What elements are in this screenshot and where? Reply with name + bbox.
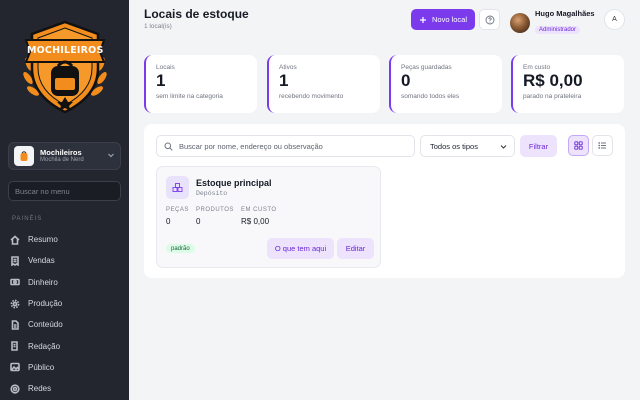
grid-view-toggle[interactable] (568, 135, 589, 156)
gear-icon (10, 299, 20, 308)
sidebar-section-label: PAINÉIS (12, 216, 43, 222)
metric-produtos: PRODUTOS 0 (196, 207, 234, 226)
stat-card-pecas: Peças guardadas 0 somando todos eles (389, 55, 502, 113)
new-location-label: Novo local (431, 15, 468, 24)
document-icon (11, 320, 19, 330)
stat-value: R$ 0,00 (523, 71, 583, 90)
stat-value: 0 (401, 71, 411, 90)
metric-label: EM CUSTO (241, 207, 277, 213)
store-name: Mochileiros (40, 147, 82, 157)
boxes-icon (166, 176, 189, 199)
location-card[interactable]: Estoque principal Depósito PEÇAS 0 PRODU… (156, 166, 381, 268)
stat-note: sem limite na categoria (156, 92, 223, 100)
stat-note: somando todos eles (401, 92, 460, 100)
new-location-button[interactable]: Novo local (411, 9, 475, 30)
stat-value: 1 (279, 71, 289, 90)
sidebar: MOCHILEIROS Mochileiros Mochila de Nerd … (0, 0, 129, 400)
list-icon (598, 142, 606, 149)
sidebar-item-label: Público (28, 362, 55, 372)
stat-label: Peças guardadas (401, 64, 452, 71)
logo-text: MOCHILEIROS (27, 45, 104, 56)
sidebar-item-redes[interactable]: Redes (10, 378, 122, 399)
sidebar-item-label: Redação (28, 341, 61, 351)
account-initial-button[interactable]: A (604, 9, 625, 30)
metric-pecas: PEÇAS 0 (166, 207, 189, 226)
store-subtitle: Mochila de Nerd (40, 156, 84, 163)
stat-label: Em custo (523, 64, 551, 71)
sidebar-item-label: Conteúdo (28, 320, 63, 330)
sidebar-item-producao[interactable]: Produção (10, 293, 122, 314)
grid-icon (574, 141, 583, 150)
sidebar-item-label: Dinheiro (28, 277, 58, 287)
filter-button[interactable]: Filtrar (520, 135, 557, 157)
menu-search-input[interactable] (8, 181, 121, 201)
stat-note: recebendo movimento (279, 92, 344, 100)
edit-button[interactable]: Editar (337, 238, 374, 259)
default-badge: padrão (166, 244, 195, 253)
stat-card-ativos: Ativos 1 recebendo movimento (267, 55, 380, 113)
sidebar-item-redacao[interactable]: Redação (10, 335, 122, 356)
metric-value: R$ 0,00 (241, 217, 270, 226)
metric-label: PEÇAS (166, 207, 189, 213)
location-name: Estoque principal (196, 178, 272, 188)
metric-custo: EM CUSTO R$ 0,00 (241, 207, 277, 226)
mochileiros-logo-icon (23, 20, 107, 114)
user-role-badge: Administrador (535, 26, 581, 34)
edit-icon (11, 341, 18, 351)
stat-label: Ativos (279, 64, 297, 71)
user-name: Hugo Magalhães (535, 9, 595, 18)
stat-card-locais: Locais 1 sem limite na categoria (144, 55, 257, 113)
sidebar-item-resumo[interactable]: Resumo (10, 229, 122, 250)
sidebar-item-label: Produção (28, 299, 63, 309)
sidebar-item-label: Resumo (28, 235, 58, 245)
image-icon (10, 363, 20, 372)
help-icon (485, 15, 494, 24)
stat-card-custo: Em custo R$ 0,00 parado na prateleira (511, 55, 624, 113)
sidebar-item-label: Redes (28, 384, 52, 394)
help-button[interactable] (479, 9, 500, 30)
page-subtitle: 1 local(is) (144, 23, 172, 30)
store-switcher[interactable]: Mochileiros Mochila de Nerd (8, 142, 121, 170)
sidebar-item-vendas[interactable]: Vendas (10, 250, 122, 271)
sidebar-item-label: Vendas (28, 256, 55, 266)
cash-icon (10, 278, 20, 286)
chevron-down-icon (107, 151, 115, 161)
type-select[interactable]: Todos os tipos (420, 135, 515, 157)
search-icon (164, 142, 173, 151)
sidebar-item-dinheiro[interactable]: Dinheiro (10, 272, 122, 293)
type-select-value: Todos os tipos (430, 141, 478, 151)
metric-label: PRODUTOS (196, 207, 234, 213)
stat-value: 1 (156, 71, 166, 90)
stat-label: Locais (156, 64, 175, 71)
metric-value: 0 (196, 217, 201, 226)
plus-icon (419, 16, 426, 23)
network-icon (10, 384, 20, 394)
stat-note: parado na prateleira (523, 92, 582, 100)
home-icon (10, 235, 20, 245)
brand-logo[interactable]: MOCHILEIROS (20, 18, 110, 116)
user-menu[interactable]: Hugo Magalhães Administrador (510, 9, 595, 36)
page-title: Locais de estoque (144, 7, 249, 21)
avatar (510, 12, 530, 33)
locations-panel: Todos os tipos Filtrar Estoque principal… (144, 124, 625, 278)
location-search-input[interactable] (179, 141, 399, 151)
view-contents-button[interactable]: O que tem aqui (267, 238, 334, 259)
chevron-down-icon (500, 144, 507, 149)
metric-value: 0 (166, 217, 171, 226)
receipt-icon (11, 256, 19, 266)
backpack-icon (14, 146, 34, 166)
location-search[interactable] (156, 135, 415, 157)
list-view-toggle[interactable] (592, 135, 613, 156)
sidebar-item-publico[interactable]: Público (10, 357, 122, 378)
sidebar-item-conteudo[interactable]: Conteúdo (10, 314, 122, 335)
sidebar-nav: Resumo Vendas Dinheiro Produção Conteúdo… (10, 229, 122, 399)
location-type: Depósito (196, 190, 228, 197)
